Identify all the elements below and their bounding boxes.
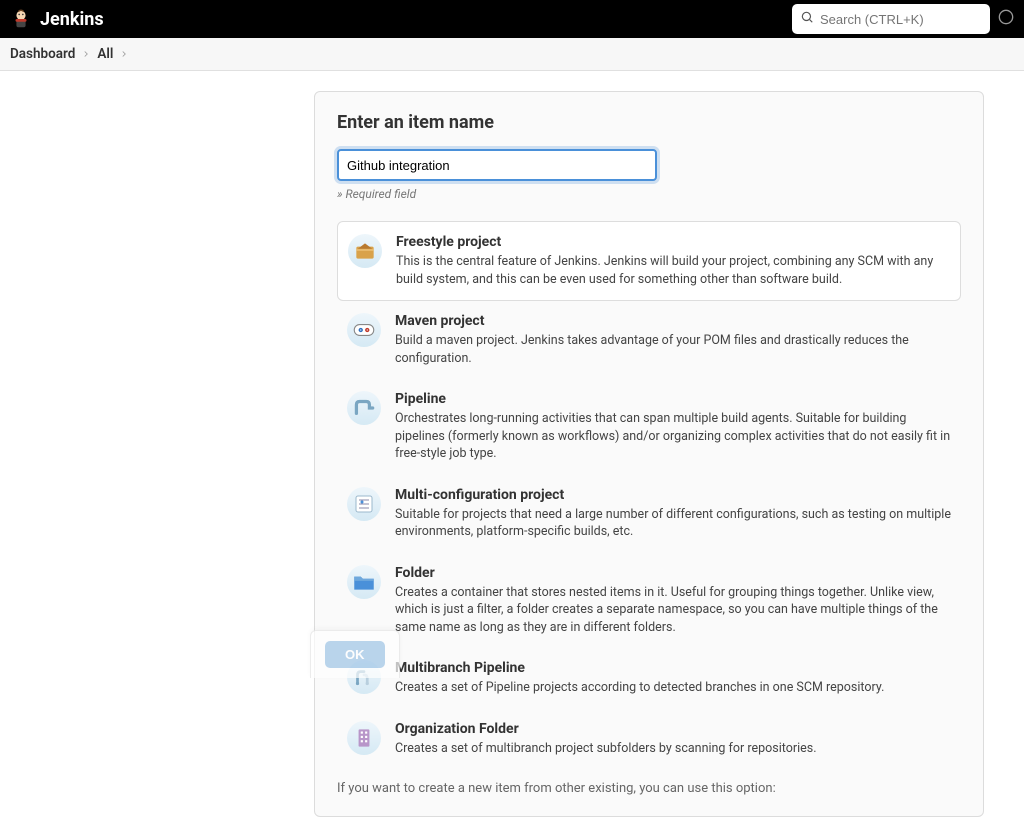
item-type-orgfolder[interactable]: Organization Folder Creates a set of mul… [337,709,961,770]
multiconfig-icon [347,487,381,521]
item-type-title: Folder [395,565,951,581]
item-type-desc: Build a maven project. Jenkins takes adv… [395,332,951,367]
item-type-desc: This is the central feature of Jenkins. … [396,253,950,288]
item-type-desc: Creates a set of Pipeline projects accor… [395,679,884,697]
chevron-right-icon [81,49,91,59]
item-type-title: Multi-configuration project [395,487,951,503]
ok-float-panel: OK [310,630,400,678]
folder-icon [347,565,381,599]
breadcrumb-all[interactable]: All [97,46,113,62]
item-type-multibranch[interactable]: Multibranch Pipeline Creates a set of Pi… [337,648,961,709]
copy-from-hint: If you want to create a new item from ot… [337,781,961,796]
ok-button[interactable]: OK [325,641,385,668]
orgfolder-icon [347,721,381,755]
maven-icon [347,313,381,347]
freestyle-icon [348,234,382,268]
search-box[interactable] [792,4,990,34]
breadcrumb-dashboard[interactable]: Dashboard [10,46,75,62]
item-type-title: Organization Folder [395,721,817,737]
item-type-desc: Suitable for projects that need a large … [395,506,951,541]
item-type-desc: Creates a set of multibranch project sub… [395,740,817,758]
main-content: Enter an item name » Required field Free… [0,71,1024,817]
item-type-folder[interactable]: Folder Creates a container that stores n… [337,553,961,649]
item-types-list: Freestyle project This is the central fe… [337,221,961,769]
new-item-card: Enter an item name » Required field Free… [314,91,984,817]
item-type-desc: Orchestrates long-running activities tha… [395,410,951,463]
search-input[interactable] [820,12,996,27]
item-type-title: Multibranch Pipeline [395,660,884,676]
item-type-desc: Creates a container that stores nested i… [395,584,951,637]
item-type-title: Freestyle project [396,234,950,250]
search-icon [800,10,814,28]
brand[interactable]: Jenkins [10,8,104,30]
item-type-title: Maven project [395,313,951,329]
item-name-input[interactable] [337,149,657,181]
chevron-right-icon [119,49,129,59]
pipeline-icon [347,391,381,425]
item-type-title: Pipeline [395,391,951,407]
brand-title: Jenkins [40,9,104,30]
item-type-maven[interactable]: Maven project Build a maven project. Jen… [337,301,961,379]
page-title: Enter an item name [337,112,961,133]
header-bar: Jenkins [0,0,1024,38]
item-type-freestyle[interactable]: Freestyle project This is the central fe… [337,221,961,301]
item-type-multiconfig[interactable]: Multi-configuration project Suitable for… [337,475,961,553]
item-type-pipeline[interactable]: Pipeline Orchestrates long-running activ… [337,379,961,475]
jenkins-logo-icon [10,8,32,30]
required-hint: » Required field [337,187,961,201]
help-icon[interactable] [998,9,1014,29]
breadcrumb: Dashboard All [0,38,1024,71]
